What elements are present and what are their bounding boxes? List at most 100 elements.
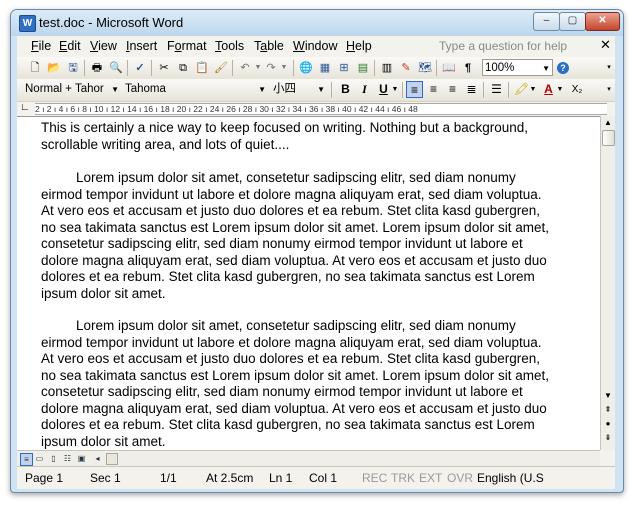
print-layout-icon[interactable]: ▯ [48,453,59,464]
paste-icon[interactable]: 📋 [194,60,210,76]
status-section: Sec 1 [90,471,121,485]
status-bar: Page 1 Sec 1 1/1 At 2.5cm Ln 1 Col 1 REC… [17,466,615,489]
help-icon[interactable]: ? [557,62,569,74]
scroll-thumb[interactable] [602,130,615,146]
word-app-icon[interactable]: W [19,15,36,32]
align-right-button[interactable]: ≡ [444,81,461,98]
status-language: English (U.S [477,471,544,485]
new-document-icon[interactable]: 🗋 [27,60,43,76]
bold-button[interactable]: B [337,81,354,98]
maximize-button[interactable]: ▢ [559,12,586,31]
bullets-button[interactable]: ☰ [488,81,505,98]
toolbar-separator [84,60,85,76]
insert-table-icon[interactable]: ⊞ [336,60,352,76]
menu-format[interactable]: Format [167,39,207,53]
font-select[interactable]: Tahoma ▼ [123,81,268,98]
paragraph-3: Lorem ipsum dolor sit amet, consetetur s… [41,318,549,449]
document-map-icon[interactable]: 🗺 [417,60,433,76]
document-close-button[interactable]: ✕ [600,37,611,53]
toolbar-options-icon[interactable]: ▾ [605,82,613,98]
underline-button[interactable]: U [375,81,392,98]
style-select[interactable]: Normal + Tahor ▼ [23,81,121,98]
columns-icon[interactable]: ▥ [379,60,395,76]
title-bar[interactable]: W test.doc - Microsoft Word – ▢ ✕ [11,10,623,36]
web-layout-icon[interactable]: ▭ [34,453,45,464]
toolbar-separator [293,60,294,76]
underline-dropdown-icon[interactable]: ▼ [391,82,399,98]
insert-excel-icon[interactable]: ▤ [355,60,371,76]
status-at: At 2.5cm [206,471,254,485]
menu-insert[interactable]: Insert [126,39,157,53]
drawing-icon[interactable]: ✎ [398,60,414,76]
font-color-dropdown-icon[interactable]: ▼ [556,82,564,98]
justify-button[interactable]: ≣ [463,81,480,98]
status-line: Ln 1 [269,471,293,485]
tab-selector-icon[interactable]: ∟ [20,102,30,113]
close-button[interactable]: ✕ [585,12,620,31]
print-icon[interactable]: 🖶 [89,60,105,76]
normal-view-icon[interactable]: ≡ [20,453,33,466]
subscript-button[interactable]: X₂ [567,81,587,98]
status-rec[interactable]: REC [362,471,387,485]
font-color-button[interactable]: A [540,81,557,98]
highlight-dropdown-icon[interactable]: ▼ [529,82,537,98]
minimize-button[interactable]: – [533,12,560,31]
scroll-left-icon[interactable]: ◂ [92,453,103,464]
menu-table[interactable]: Table [254,39,284,53]
read-icon[interactable]: 📖 [441,60,457,76]
reading-layout-icon[interactable]: ▣ [76,453,87,464]
font-size-select[interactable]: 小四 ▼ [271,81,327,98]
ruler-scale: 2 ı 2 ı 4 ı 6 ı 8 ı 10 ı 12 ı 14 ı 16 ı … [35,103,607,115]
scroll-up-icon[interactable]: ▲ [602,117,614,128]
font-size-value: 小四 [273,83,296,95]
tables-borders-icon[interactable]: ▦ [317,60,333,76]
bullets-icon: ☰ [491,82,502,96]
toolbar-options-icon[interactable]: ▾ [605,60,613,76]
cut-icon[interactable]: ✂ [156,60,172,76]
align-center-icon: ≡ [429,82,437,96]
horizontal-ruler[interactable]: ∟ 2 ı 2 ı 4 ı 6 ı 8 ı 10 ı 12 ı 14 ı 16 … [17,102,615,116]
save-icon[interactable]: 🖫 [65,60,81,76]
menu-edit[interactable]: Edit [59,39,81,53]
select-browse-object-icon[interactable]: ● [602,418,614,429]
scroll-down-icon[interactable]: ▼ [602,390,614,401]
italic-button[interactable]: I [356,81,373,98]
align-left-icon: ≡ [410,83,418,97]
redo-dropdown-icon[interactable]: ▼ [276,60,292,76]
toolbar-separator [374,60,375,76]
vertical-scrollbar[interactable]: ▲ ▼ ⇞ ● ⇟ [600,116,615,450]
open-folder-icon[interactable]: 📂 [46,60,62,76]
document-area[interactable]: This is certainly a nice way to keep foc… [17,116,600,451]
print-preview-icon[interactable]: 🔍 [108,60,124,76]
menu-file[interactable]: File [31,39,51,53]
menu-help[interactable]: Help [346,39,372,53]
menu-window[interactable]: Window [293,39,337,53]
menu-tools[interactable]: Tools [215,39,244,53]
toolbar-separator [232,60,233,76]
highlighter-icon: 🖍 [513,82,530,96]
status-page: Page 1 [25,471,64,485]
status-ovr[interactable]: OVR [447,471,473,485]
hscroll-thumb[interactable] [106,453,118,465]
align-left-button[interactable]: ≡ [406,81,423,98]
zoom-select[interactable]: 100% ▼ [482,59,553,76]
status-ext[interactable]: EXT [419,471,442,485]
previous-page-icon[interactable]: ⇞ [602,404,614,415]
hyperlink-icon[interactable]: 🌐 [298,60,314,76]
zoom-value: 100% [485,62,515,74]
spelling-icon[interactable]: ✓ [132,60,148,76]
menu-bar: File Edit View Insert Format Tools Table… [17,36,615,56]
copy-icon[interactable]: ⧉ [175,60,191,76]
ask-question-box[interactable]: Type a question for help [439,39,567,53]
toolbar-separator [402,82,403,98]
status-trk[interactable]: TRK [391,471,415,485]
format-painter-icon[interactable]: 🖌 [213,60,229,76]
toolbar-separator [331,82,332,98]
menu-view[interactable]: View [90,39,117,53]
next-page-icon[interactable]: ⇟ [602,432,614,443]
align-center-button[interactable]: ≡ [425,81,442,98]
outline-view-icon[interactable]: ☷ [62,453,73,464]
horizontal-scrollbar[interactable]: ≡ ▭ ▯ ☷ ▣ ◂ [17,450,600,466]
show-hide-icon[interactable]: ¶ [460,60,476,76]
highlight-button[interactable]: 🖍 [513,81,530,98]
